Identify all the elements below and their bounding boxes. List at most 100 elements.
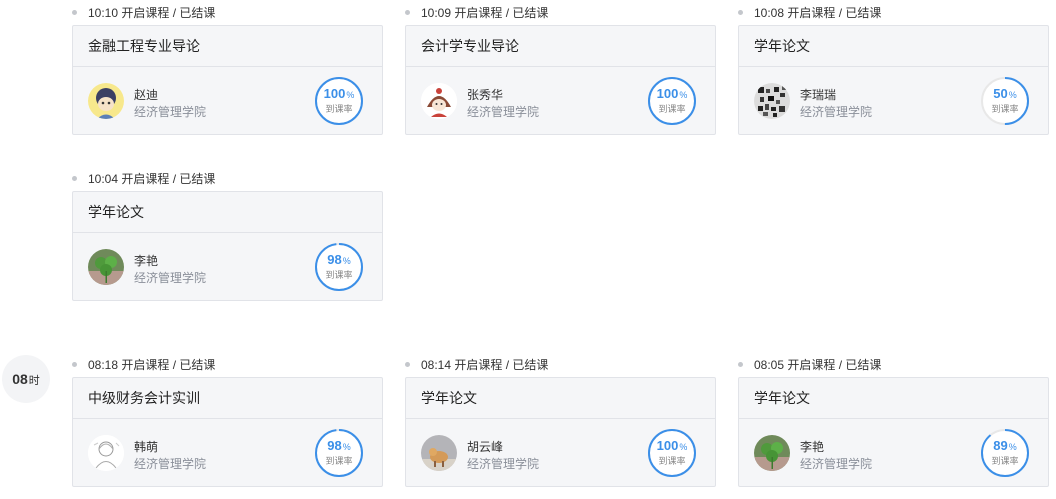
cartoon-girl-avatar-icon [421,83,457,119]
timeline-dot [738,10,743,16]
course-title[interactable]: 学年论文 [739,378,1048,419]
course-card[interactable]: 中级财务会计实训 韩萌 经济管理学院 98% 到课率 [72,377,383,487]
rate-number: 98 [327,438,342,453]
rate-unit: % [1008,442,1017,452]
attendance-rate-value: 89% [980,439,1030,454]
teacher-name: 李艳 [134,254,159,268]
hour-unit: 时 [28,375,40,387]
college-name: 经济管理学院 [467,105,540,119]
college-name: 经济管理学院 [134,457,207,471]
course-card[interactable]: 学年论文 李艳 经济管理学院 89% 到课率 [738,377,1049,487]
teacher-name: 李艳 [800,440,825,454]
teacher-name: 李瑞瑞 [800,88,837,102]
course-title[interactable]: 会计学专业导论 [406,26,715,67]
session-time-row: 10:04 开启课程 / 已结课 [72,172,215,186]
teacher-row: 李艳 经济管理学院 89% 到课率 [739,419,1048,488]
session-time: 10:09 开启课程 / 已结课 [421,6,549,20]
attendance-rate-label: 到课率 [991,456,1019,466]
timeline-dot [405,362,410,368]
clover-avatar-icon [754,435,790,471]
course-card[interactable]: 学年论文 李艳 经济管理学院 98% 到课率 [72,191,383,301]
timeline-dot [72,10,77,16]
rate-unit: % [342,442,351,452]
attendance-rate-value: 100% [314,87,364,102]
attendance-rate-label: 到课率 [325,456,353,466]
course-card[interactable]: 会计学专业导论 张秀华 经济管理学院 100% 到课率 [405,25,716,135]
cartoon-avatar-icon [88,83,124,119]
attendance-rate-value: 100% [647,87,697,102]
rate-unit: % [1008,90,1017,100]
rate-number: 89 [993,438,1008,453]
attendance-rate-ring: 100% 到课率 [647,76,697,126]
college-name: 经济管理学院 [800,105,873,119]
course-card[interactable]: 学年论文 胡云峰 经济管理学院 100% 到课率 [405,377,716,487]
animal-avatar-icon [421,435,457,471]
session-time-row: 10:10 开启课程 / 已结课 [72,6,215,20]
college-name: 经济管理学院 [134,271,207,285]
attendance-rate-value: 50% [980,87,1030,102]
teacher-name: 胡云峰 [467,440,504,454]
attendance-rate-ring: 100% 到课率 [647,428,697,478]
course-card[interactable]: 学年论文 李瑞瑞 经济管理学院 50% 到课率 [738,25,1049,135]
qr-pattern-avatar-icon [754,83,790,119]
timeline-dot [738,362,743,368]
session-time-row: 08:05 开启课程 / 已结课 [738,358,881,372]
college-name: 经济管理学院 [134,105,207,119]
attendance-rate-ring: 98% 到课率 [314,242,364,292]
teacher-row: 胡云峰 经济管理学院 100% 到课率 [406,419,715,488]
course-title[interactable]: 学年论文 [406,378,715,419]
attendance-rate-value: 100% [647,439,697,454]
course-title[interactable]: 中级财务会计实训 [73,378,382,419]
teacher-row: 赵迪 经济管理学院 100% 到课率 [73,67,382,136]
attendance-rate-label: 到课率 [325,104,353,114]
session-time-row: 10:09 开启课程 / 已结课 [405,6,548,20]
session-time: 08:18 开启课程 / 已结课 [88,358,216,372]
attendance-rate-label: 到课率 [325,270,353,280]
teacher-name: 张秀华 [467,88,504,102]
teacher-row: 李艳 经济管理学院 98% 到课率 [73,233,382,302]
session-time: 10:04 开启课程 / 已结课 [88,172,216,186]
rate-number: 100 [323,86,346,101]
course-title[interactable]: 学年论文 [739,26,1048,67]
rate-unit: % [342,256,351,266]
teacher-row: 韩萌 经济管理学院 98% 到课率 [73,419,382,488]
clover-avatar-icon [88,249,124,285]
session-time: 08:05 开启课程 / 已结课 [754,358,882,372]
session-time: 10:08 开启课程 / 已结课 [754,6,882,20]
session-time-row: 08:18 开启课程 / 已结课 [72,358,215,372]
rate-unit: % [679,442,688,452]
session-time: 08:14 开启课程 / 已结课 [421,358,549,372]
rate-number: 50 [993,86,1008,101]
rate-unit: % [679,90,688,100]
sketch-avatar-icon [88,435,124,471]
session-time: 10:10 开启课程 / 已结课 [88,6,216,20]
teacher-name: 韩萌 [134,440,159,454]
hour-value: 08 [12,371,28,387]
session-time-row: 10:08 开启课程 / 已结课 [738,6,881,20]
attendance-rate-label: 到课率 [991,104,1019,114]
hour-badge: 08时 [2,355,50,403]
timeline-dot [72,176,77,182]
teacher-name: 赵迪 [134,88,159,102]
attendance-rate-label: 到课率 [658,104,686,114]
college-name: 经济管理学院 [467,457,540,471]
course-title[interactable]: 学年论文 [73,192,382,233]
college-name: 经济管理学院 [800,457,873,471]
attendance-rate-ring: 89% 到课率 [980,428,1030,478]
attendance-rate-ring: 100% 到课率 [314,76,364,126]
rate-number: 98 [327,252,342,267]
rate-number: 100 [656,438,679,453]
attendance-rate-label: 到课率 [658,456,686,466]
attendance-rate-value: 98% [314,253,364,268]
timeline-dot [72,362,77,368]
rate-unit: % [346,90,355,100]
session-time-row: 08:14 开启课程 / 已结课 [405,358,548,372]
attendance-rate-value: 98% [314,439,364,454]
timeline-dot [405,10,410,16]
course-card[interactable]: 金融工程专业导论 赵迪 经济管理学院 100% 到课率 [72,25,383,135]
teacher-row: 张秀华 经济管理学院 100% 到课率 [406,67,715,136]
course-title[interactable]: 金融工程专业导论 [73,26,382,67]
attendance-rate-ring: 50% 到课率 [980,76,1030,126]
rate-number: 100 [656,86,679,101]
teacher-row: 李瑞瑞 经济管理学院 50% 到课率 [739,67,1048,136]
